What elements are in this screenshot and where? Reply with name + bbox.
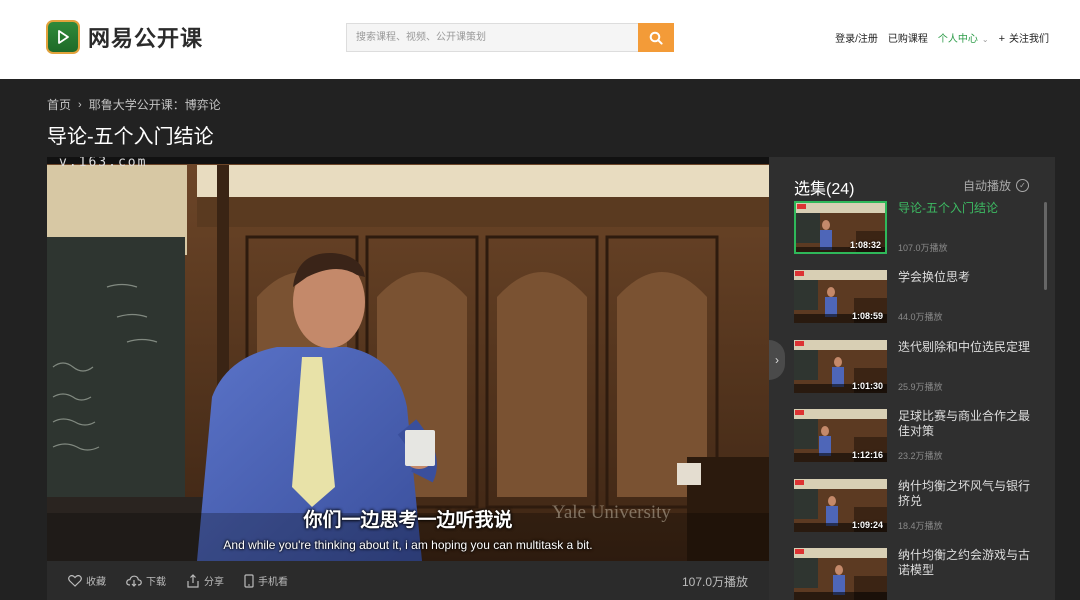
search-button[interactable] xyxy=(638,23,674,52)
autoplay-label: 自动播放 xyxy=(962,179,1011,193)
download-button[interactable]: 下载 xyxy=(126,573,166,588)
episode-thumbnail: 1:12:16 xyxy=(794,409,887,462)
channel-tag-icon xyxy=(795,410,804,415)
episode-duration: 1:09:24 xyxy=(851,520,883,530)
video-toolbar: 收藏 下载 分享 手机看 107.0万播放 xyxy=(47,561,769,600)
episode-list-scrollbar[interactable] xyxy=(1044,202,1047,290)
episode-play-count: 25.9万播放 xyxy=(898,382,943,392)
breadcrumb-home[interactable]: 首页 xyxy=(47,96,71,113)
mobile-watch-label: 手机看 xyxy=(258,577,288,588)
episode-play-count: 18.4万播放 xyxy=(898,521,943,531)
download-label: 下载 xyxy=(146,577,166,588)
site-logo[interactable]: 网易公开课 xyxy=(46,20,203,54)
episode-title: 纳什均衡之坏风气与银行挤兑 xyxy=(898,479,1031,508)
share-button[interactable]: 分享 xyxy=(186,573,224,588)
episode-play-count: 44.0万播放 xyxy=(898,312,943,322)
share-icon xyxy=(187,573,199,588)
episode-item[interactable]: 1:08:32 导论-五个入门结论 107.0万播放 xyxy=(794,201,1034,256)
episode-duration: 1:01:30 xyxy=(851,381,883,391)
episode-title: 导论-五个入门结论 xyxy=(898,201,998,215)
episode-title: 足球比赛与商业合作之最佳对策 xyxy=(898,409,1031,438)
channel-tag-icon xyxy=(795,341,804,346)
autoplay-toggle[interactable]: 自动播放 ✓ xyxy=(963,177,1029,194)
play-logo-icon xyxy=(46,20,80,54)
personal-center-menu[interactable]: 个人中心 ⌄ xyxy=(938,30,989,45)
episode-play-count: 23.2万播放 xyxy=(898,451,943,461)
channel-tag-icon xyxy=(795,480,804,485)
breadcrumb-course[interactable]: 耶鲁大学公开课：博弈论 xyxy=(89,96,221,113)
episode-duration: 1:08:32 xyxy=(849,240,881,250)
episode-item[interactable]: 1:01:30 迭代剔除和中位选民定理 25.9万播放 xyxy=(794,340,1034,395)
episode-thumbnail: 1:01:30 xyxy=(794,340,887,393)
share-label: 分享 xyxy=(204,577,224,588)
mobile-watch-button[interactable]: 手机看 xyxy=(244,573,288,588)
channel-tag-icon xyxy=(795,271,804,276)
plus-icon: + xyxy=(998,33,1005,45)
site-header: 网易公开课 登录/注册 已购课程 个人中心⌄ + 关注我们 xyxy=(0,0,1080,79)
heart-icon xyxy=(68,574,82,587)
favorite-label: 收藏 xyxy=(86,577,106,588)
personal-center-label: 个人中心 xyxy=(937,34,978,45)
page-title: 导论-五个入门结论 xyxy=(47,126,214,148)
episode-thumbnail: 1:08:32 xyxy=(794,201,887,254)
phone-icon xyxy=(244,573,254,588)
channel-tag-icon xyxy=(795,549,804,554)
episode-duration: 1:08:59 xyxy=(851,311,883,321)
episode-play-count: 107.0万播放 xyxy=(898,243,948,253)
chevron-down-icon: ⌄ xyxy=(981,35,989,44)
follow-us-label: 关注我们 xyxy=(1009,34,1049,45)
episode-title: 学会换位思考 xyxy=(898,270,971,284)
favorite-button[interactable]: 收藏 xyxy=(68,573,106,588)
top-nav: 登录/注册 已购课程 个人中心 ⌄ + 关注我们 xyxy=(825,30,1049,45)
letterbox-strip xyxy=(47,157,769,164)
search-icon xyxy=(649,31,663,45)
search-input[interactable] xyxy=(347,24,639,51)
cloud-download-icon xyxy=(126,575,142,587)
subtitle-english: And while you're thinking about it, i am… xyxy=(223,538,593,552)
video-watermark: v.163.com xyxy=(59,157,148,170)
episode-item[interactable]: 1:08:59 学会换位思考 44.0万播放 xyxy=(794,270,1034,325)
episode-item[interactable]: 1:09:24 纳什均衡之坏风气与银行挤兑 18.4万播放 xyxy=(794,479,1034,534)
follow-us-link[interactable]: + 关注我们 xyxy=(999,30,1049,45)
login-link[interactable]: 登录/注册 xyxy=(835,30,878,45)
episode-list-panel: 选集(24) 自动播放 ✓ 1:08:32 导论-五个入门结论 107.0万播放 1:… xyxy=(769,157,1055,600)
episode-title: 纳什均衡之约会游戏与古诺模型 xyxy=(898,548,1031,577)
logo-text: 网易公开课 xyxy=(88,26,204,51)
chevron-right-icon: › xyxy=(775,353,779,367)
episode-title: 迭代剔除和中位选民定理 xyxy=(898,340,1031,354)
video-play-count: 107.0万播放 xyxy=(681,575,748,589)
video-player[interactable]: v.163.com Yale University 你们一边思考一边听我说 An… xyxy=(47,157,769,561)
episode-thumbnail xyxy=(794,548,887,600)
breadcrumb: 首页 › 耶鲁大学公开课：博弈论 xyxy=(47,96,221,113)
check-circle-icon: ✓ xyxy=(1016,179,1029,192)
episode-thumbnail: 1:08:59 xyxy=(794,270,887,323)
search-bar xyxy=(346,23,674,52)
video-frame xyxy=(47,157,769,561)
episode-item[interactable]: 纳什均衡之约会游戏与古诺模型 xyxy=(794,548,1034,600)
episode-thumbnail: 1:09:24 xyxy=(794,479,887,532)
chevron-right-icon: › xyxy=(78,98,82,111)
episode-list-header: 选集(24) xyxy=(794,181,855,198)
channel-tag-icon xyxy=(797,204,806,209)
episode-duration: 1:12:16 xyxy=(851,450,883,460)
subtitle-chinese: 你们一边思考一边听我说 xyxy=(303,510,513,531)
purchased-courses-link[interactable]: 已购课程 xyxy=(888,30,928,45)
episode-item[interactable]: 1:12:16 足球比赛与商业合作之最佳对策 23.2万播放 xyxy=(794,409,1034,464)
